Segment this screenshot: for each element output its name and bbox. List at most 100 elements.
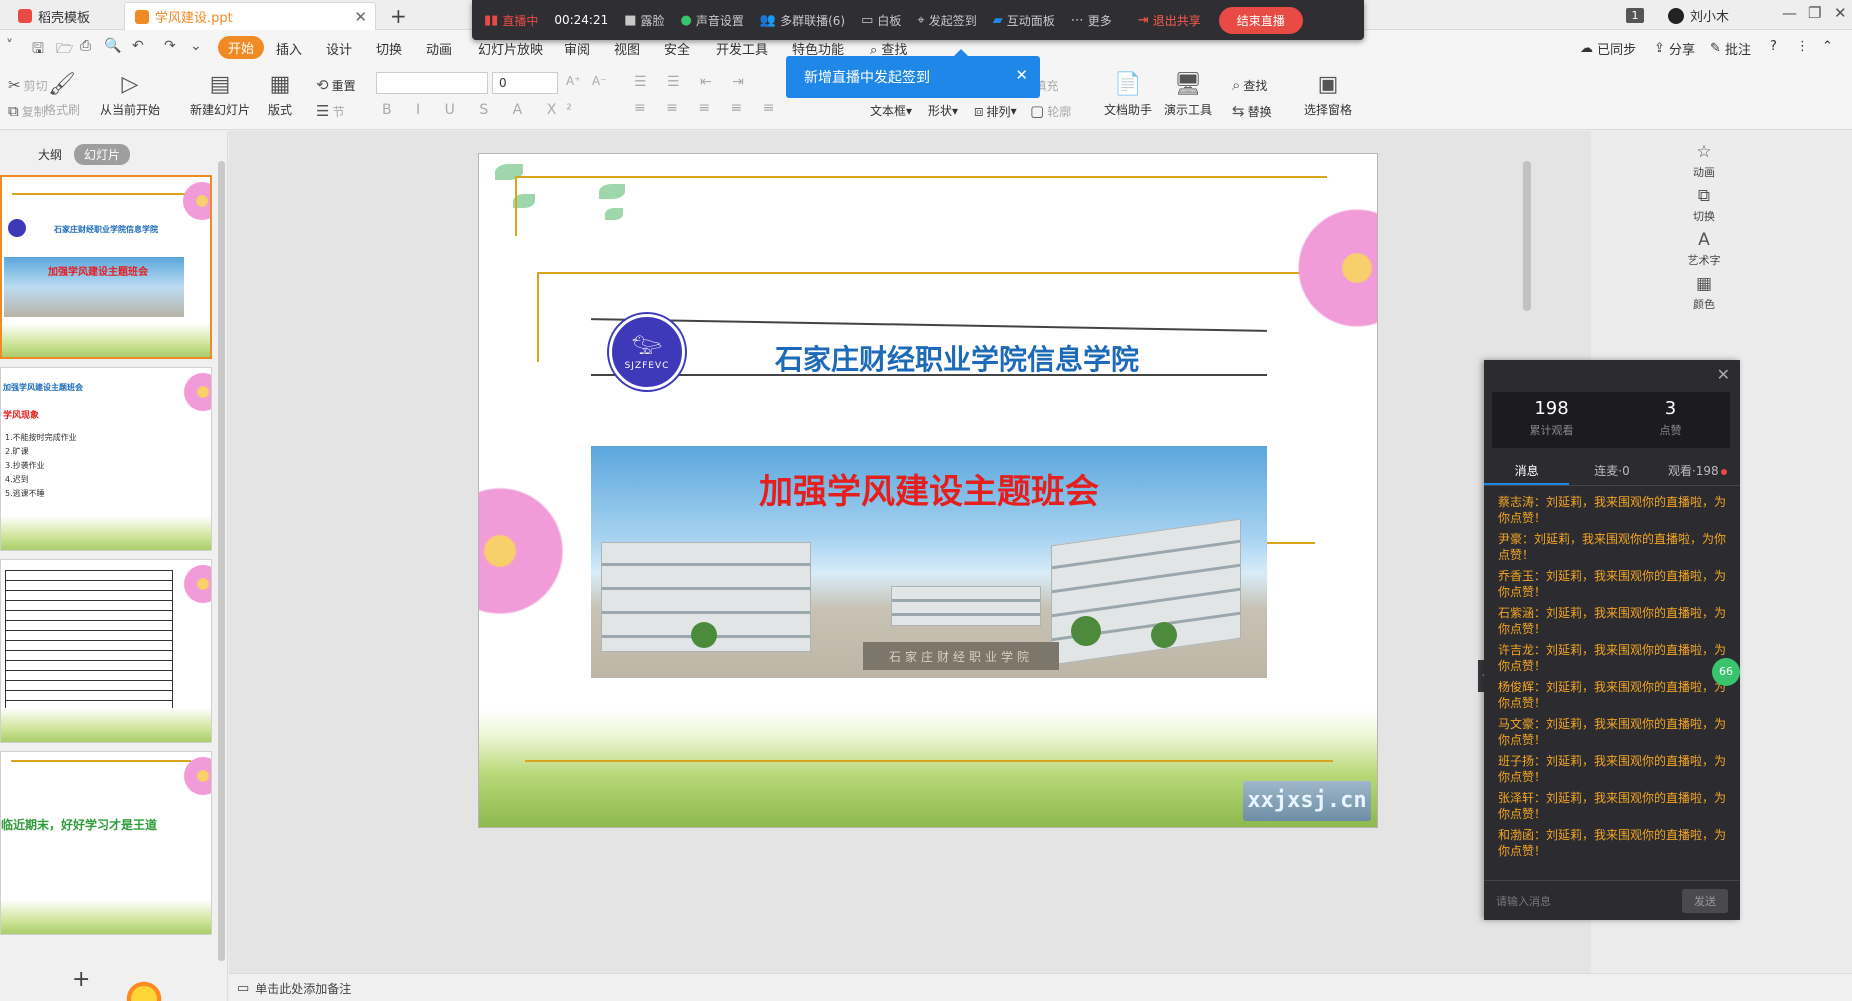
save-icon[interactable]: 🖫 xyxy=(32,38,44,62)
side-animation-button[interactable]: ☆ 动画 xyxy=(1680,142,1728,180)
menu-dev-tools[interactable]: 开发工具 xyxy=(716,39,768,58)
slide-title[interactable]: 加强学风建设主题班会 xyxy=(591,464,1267,513)
message-input[interactable]: 请输入消息 xyxy=(1496,893,1551,909)
menu-transition[interactable]: 切换 xyxy=(376,39,402,58)
menu-security[interactable]: 安全 xyxy=(664,39,690,58)
arrange-button[interactable]: ⧈ 排列 ▾ xyxy=(974,102,1017,120)
slide-thumbnail-3[interactable] xyxy=(0,559,212,743)
reset-button[interactable]: ⟲ 重置 xyxy=(316,76,356,94)
collapse-ribbon-icon[interactable]: ⌃ xyxy=(1822,39,1833,54)
more-button[interactable]: ⋯ 更多 xyxy=(1071,12,1112,29)
restore-icon[interactable]: ❐ xyxy=(1808,4,1821,22)
floating-badge[interactable]: 66 xyxy=(1712,658,1740,686)
interaction-panel-button[interactable]: ▰ 互动面板 xyxy=(993,12,1055,29)
layout-icon: ▦ xyxy=(269,72,291,97)
menu-home[interactable]: 开始 xyxy=(218,36,265,59)
current-slide[interactable]: 𓅰 SJZFEVC 石家庄财经职业学院信息学院 石家庄财经职业学院 加强学风建设… xyxy=(478,153,1378,828)
side-wordart-button[interactable]: A 艺术字 xyxy=(1680,230,1728,268)
align-icons[interactable]: ≡ ≡ ≡ ≡ ≡ xyxy=(634,100,782,116)
end-live-button[interactable]: 结束直播 xyxy=(1218,6,1303,34)
slide-thumbnail-4[interactable]: 临近期末，好好学习才是王道 xyxy=(0,751,212,935)
side-color-button[interactable]: ▦ 颜色 xyxy=(1680,274,1728,312)
font-size-combo[interactable]: 0 xyxy=(492,72,558,94)
audio-settings-button[interactable]: ● 声音设置 xyxy=(681,12,744,29)
side-transition-button[interactable]: ⧉ 切换 xyxy=(1680,186,1728,224)
multi-group-button[interactable]: 👥 多群联播(6) xyxy=(760,12,845,29)
redo-icon[interactable]: ↷ xyxy=(164,38,176,54)
campus-photo[interactable]: 石家庄财经职业学院 加强学风建设主题班会 xyxy=(591,446,1267,678)
replace-button[interactable]: ⇆ 替换 xyxy=(1232,102,1272,120)
camera-button[interactable]: ■ 露脸 xyxy=(624,12,664,29)
more-icon[interactable]: ⋮ xyxy=(1796,39,1809,54)
print-icon[interactable]: ⎙ xyxy=(80,38,91,54)
tab-outline[interactable]: 大纲 xyxy=(38,146,62,163)
synced-button[interactable]: ☁ 已同步 xyxy=(1580,39,1636,58)
check-in-button[interactable]: ⌖ 发起签到 xyxy=(917,12,976,29)
text-format-icons[interactable]: B I U S A X² xyxy=(382,102,582,118)
increase-font-icon[interactable]: A⁺ xyxy=(566,74,581,88)
slides-scrollbar[interactable] xyxy=(218,161,225,961)
close-chat-icon[interactable]: ✕ xyxy=(1717,365,1730,384)
menu-view[interactable]: 视图 xyxy=(614,39,640,58)
present-tools-button[interactable]: 🖥 演示工具 xyxy=(1164,72,1212,118)
new-tab-button[interactable]: + xyxy=(390,4,407,28)
layout-label: 版式 xyxy=(268,103,293,117)
tab-mic-link[interactable]: 连麦·0 xyxy=(1569,456,1654,485)
thumb-line xyxy=(11,760,191,762)
layout-button[interactable]: ▦ 版式 xyxy=(268,72,292,118)
college-name[interactable]: 石家庄财经职业学院信息学院 xyxy=(775,338,1139,378)
window-count-badge[interactable]: 1 xyxy=(1626,8,1644,23)
text-box-button[interactable]: 文本框 ▾ xyxy=(870,102,912,119)
tab-daoke-templates[interactable]: 稻壳模板 xyxy=(8,2,124,30)
tab-slides[interactable]: 幻灯片 xyxy=(74,144,131,165)
message-input-area[interactable]: 请输入消息 发送 xyxy=(1484,880,1740,920)
add-slide-button[interactable]: + xyxy=(72,967,90,992)
send-button[interactable]: 发送 xyxy=(1682,889,1728,913)
add-notes-area[interactable]: ▭ 单击此处添加备注 xyxy=(237,980,351,997)
outline-button[interactable]: ▢ 轮廓 xyxy=(1030,102,1071,120)
font-name-combo[interactable] xyxy=(376,72,488,94)
minimize-icon[interactable]: — xyxy=(1782,4,1797,22)
customize-icon[interactable]: ⌄ xyxy=(190,38,202,54)
help-icon[interactable]: ? xyxy=(1770,39,1777,54)
close-window-icon[interactable]: ✕ xyxy=(1834,4,1847,22)
preview-icon[interactable]: 🔍 xyxy=(104,38,121,54)
open-icon[interactable]: 🗁 xyxy=(56,38,73,62)
find-button[interactable]: ⌕ 查找 xyxy=(1232,76,1267,94)
slide-thumbnail-2[interactable]: 加强学风建设主题班会 学风现象 1.不能按时完成作业 2.旷课 3.抄袭作业 4… xyxy=(0,367,212,551)
comment-button[interactable]: ✎ 批注 xyxy=(1710,39,1751,58)
menu-slideshow[interactable]: 幻灯片放映 xyxy=(478,39,543,58)
format-painter-button[interactable]: 🖌 格式刷 xyxy=(44,72,80,118)
decrease-font-icon[interactable]: A⁻ xyxy=(592,74,607,88)
close-tab-icon[interactable]: ✕ xyxy=(354,8,367,26)
selection-pane-button[interactable]: ▣ 选择窗格 xyxy=(1304,72,1352,118)
play-from-current-button[interactable]: ▷ 从当前开始 xyxy=(100,72,160,118)
slide-thumbnail-1[interactable]: 石家庄财经职业学院信息学院 加强学风建设主题班会 xyxy=(0,175,212,359)
tab-label: 学风建设.ppt xyxy=(155,11,233,26)
section-button[interactable]: ☰ 节 xyxy=(316,102,344,120)
scroll-thumb[interactable] xyxy=(1523,161,1531,311)
close-tooltip-icon[interactable]: ✕ xyxy=(1015,66,1028,84)
copy-button[interactable]: ⧉ 复制 xyxy=(8,102,46,120)
menu-design[interactable]: 设计 xyxy=(326,39,352,58)
tab-document[interactable]: 学风建设.ppt ✕ xyxy=(124,2,376,30)
whiteboard-button[interactable]: ▭ 白板 xyxy=(861,12,901,29)
flower-decoration xyxy=(180,179,210,223)
share-button[interactable]: ⇪ 分享 xyxy=(1654,39,1695,58)
cut-button[interactable]: ✂ 剪切 xyxy=(8,76,48,94)
shape-button[interactable]: 形状 ▾ xyxy=(928,102,958,119)
menu-animation[interactable]: 动画 xyxy=(426,39,452,58)
chevron-left-icon[interactable]: ˅ xyxy=(6,38,13,54)
menu-insert[interactable]: 插入 xyxy=(276,39,302,58)
tab-messages[interactable]: 消息 xyxy=(1484,456,1570,485)
tab-viewers[interactable]: 观看·198 xyxy=(1655,456,1740,485)
undo-icon[interactable]: ↶ xyxy=(132,38,144,54)
gold-line xyxy=(525,760,1333,762)
exit-share-button[interactable]: ⇥ 退出共享 xyxy=(1138,12,1201,29)
message-list[interactable]: 蔡志涛：刘延莉，我来围观你的直播啦，为你点赞！ 尹豪：刘延莉，我来围观你的直播啦… xyxy=(1498,494,1730,878)
doc-assistant-button[interactable]: 📄 文档助手 xyxy=(1104,72,1152,118)
menu-review[interactable]: 审阅 xyxy=(564,39,590,58)
new-slide-button[interactable]: ▤ 新建幻灯片 xyxy=(190,72,250,118)
list-icons[interactable]: ☰ ☰ ⇤ ⇥ xyxy=(634,74,752,90)
user-account[interactable]: 刘小木 xyxy=(1668,6,1729,25)
